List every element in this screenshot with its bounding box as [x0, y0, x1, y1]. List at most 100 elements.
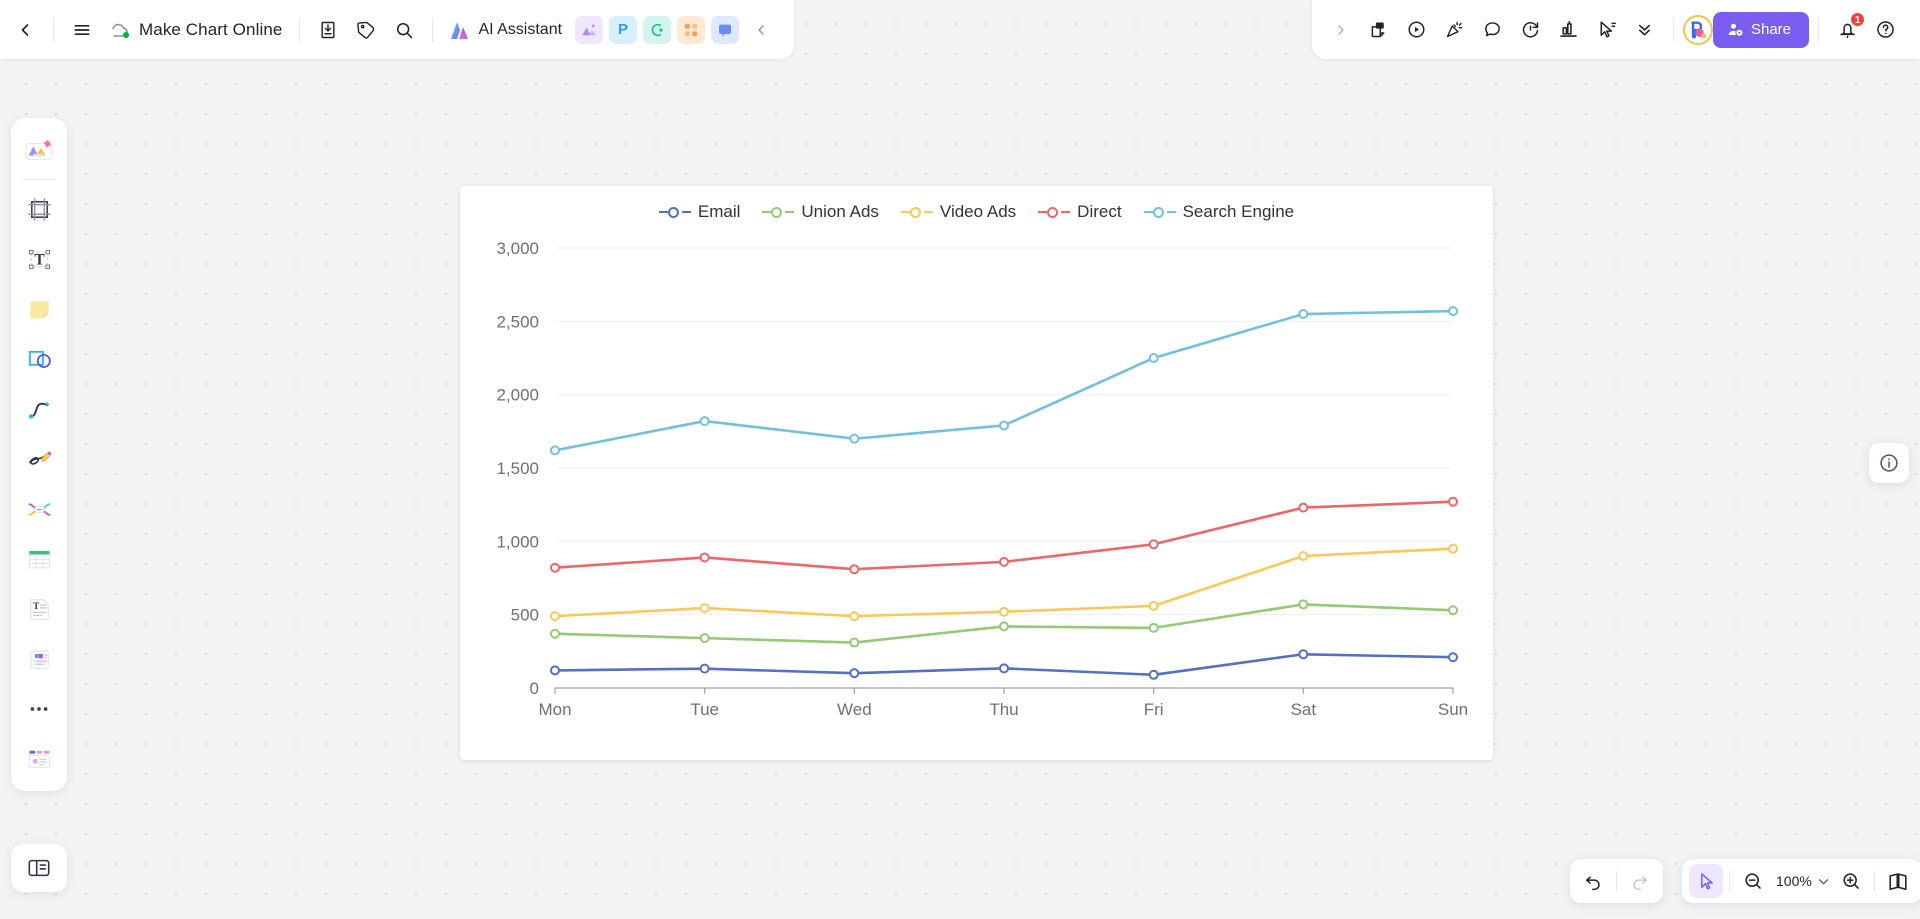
data-point-union-ads[interactable]: [1448, 605, 1458, 616]
data-point-union-ads[interactable]: [999, 621, 1009, 632]
data-point-search-engine[interactable]: [1448, 306, 1458, 317]
data-point-email[interactable]: [1298, 649, 1309, 660]
data-point-direct[interactable]: [699, 552, 710, 563]
data-point-direct[interactable]: [1148, 539, 1159, 550]
legend-item-email[interactable]: Email: [658, 202, 741, 222]
data-point-email[interactable]: [1448, 652, 1458, 663]
data-point-video-ads[interactable]: [849, 611, 860, 622]
download-button[interactable]: [309, 11, 347, 49]
sidebar-item-templates[interactable]: [17, 128, 61, 172]
sticky-note-tool-button[interactable]: [1360, 11, 1398, 49]
data-point-video-ads[interactable]: [1148, 600, 1159, 611]
zoom-level-value[interactable]: 100%: [1770, 873, 1814, 889]
notifications-button[interactable]: 1: [1828, 11, 1866, 49]
chevron-down-icon: [1819, 878, 1829, 884]
x-axis-tick-label: Mon: [538, 700, 571, 719]
tag-button[interactable]: [347, 11, 385, 49]
data-point-union-ads[interactable]: [699, 633, 710, 644]
celebrate-button[interactable]: [1436, 11, 1474, 49]
data-point-video-ads[interactable]: [1448, 543, 1458, 554]
sidebar-item-text-doc[interactable]: T: [17, 587, 61, 631]
sidebar-item-frame[interactable]: [17, 187, 61, 231]
presentation-icon[interactable]: P: [609, 15, 638, 44]
data-point-video-ads[interactable]: [550, 611, 560, 622]
search-button[interactable]: [385, 11, 423, 49]
data-point-direct[interactable]: [550, 562, 560, 573]
minimap-button[interactable]: [1881, 864, 1915, 898]
comment-tool-button[interactable]: [1474, 11, 1512, 49]
undo-button[interactable]: [1576, 864, 1610, 898]
chart-button[interactable]: [1550, 11, 1588, 49]
data-point-direct[interactable]: [1448, 496, 1458, 507]
data-point-email[interactable]: [1148, 669, 1159, 680]
legend-label: Email: [697, 202, 741, 221]
ai-assistant-button[interactable]: AI Assistant: [442, 12, 572, 48]
zoom-out-button[interactable]: [1736, 864, 1770, 898]
legend-item-video-ads[interactable]: Video Ads: [900, 202, 1016, 222]
sidebar-item-ai-tools[interactable]: [17, 737, 61, 781]
data-point-union-ads[interactable]: [1298, 599, 1309, 610]
data-point-search-engine[interactable]: [849, 433, 860, 444]
share-button[interactable]: Share: [1712, 11, 1809, 48]
sidebar-item-text[interactable]: T: [17, 237, 61, 281]
data-point-video-ads[interactable]: [699, 603, 710, 614]
grid-layout-icon[interactable]: [677, 15, 706, 44]
comment-bubble-icon: [1485, 22, 1501, 37]
brand-logo-button[interactable]: [1682, 14, 1713, 45]
flow-chart-icon[interactable]: [643, 15, 672, 44]
zoom-in-button[interactable]: [1834, 864, 1868, 898]
more-options-button[interactable]: [1626, 11, 1664, 49]
sidebar-item-table[interactable]: [17, 537, 61, 581]
sidebar-item-shapes[interactable]: [17, 337, 61, 381]
divider: [299, 17, 301, 42]
expand-toolbar-button[interactable]: [1322, 11, 1360, 49]
document-title[interactable]: Make Chart Online: [131, 20, 290, 40]
connection-icon: [651, 23, 663, 36]
data-point-email[interactable]: [699, 663, 710, 674]
pages-panel-icon: [28, 859, 50, 877]
data-point-direct[interactable]: [1298, 502, 1309, 513]
data-point-search-engine[interactable]: [1298, 309, 1309, 319]
sidebar-item-more[interactable]: [17, 687, 61, 731]
comment-icon[interactable]: [711, 15, 740, 44]
legend-item-union-ads[interactable]: Union Ads: [762, 202, 879, 222]
help-button[interactable]: [1866, 11, 1904, 49]
data-point-direct[interactable]: [849, 564, 860, 575]
play-button[interactable]: [1398, 11, 1436, 49]
data-point-union-ads[interactable]: [550, 628, 560, 639]
legend-item-direct[interactable]: Direct: [1038, 202, 1122, 222]
menu-button[interactable]: [63, 11, 101, 49]
presentation-cursor-button[interactable]: [1588, 11, 1626, 49]
legend-marker-icon: [762, 205, 795, 219]
legend-item-search-engine[interactable]: Search Engine: [1143, 202, 1294, 222]
timer-button[interactable]: [1512, 11, 1550, 49]
back-button[interactable]: [6, 11, 44, 49]
zoom-dropdown-button[interactable]: [1814, 864, 1834, 898]
data-point-search-engine[interactable]: [1148, 353, 1159, 363]
sidebar-item-connector[interactable]: [17, 387, 61, 431]
info-button[interactable]: [1869, 443, 1909, 483]
sidebar-item-mind-map[interactable]: [17, 487, 61, 531]
data-point-email[interactable]: [999, 663, 1009, 674]
data-point-direct[interactable]: [999, 556, 1009, 567]
collapse-toolbar-button[interactable]: [742, 11, 780, 49]
select-tool-button[interactable]: [1689, 864, 1723, 898]
y-axis-tick-label: 1,500: [496, 459, 539, 478]
data-point-video-ads[interactable]: [999, 606, 1009, 617]
pages-panel-button[interactable]: [11, 844, 67, 892]
data-point-email[interactable]: [849, 668, 860, 679]
data-point-union-ads[interactable]: [849, 637, 860, 648]
image-icon[interactable]: [575, 15, 604, 44]
data-point-union-ads[interactable]: [1148, 622, 1159, 633]
data-point-search-engine[interactable]: [999, 420, 1009, 431]
comment-bubble-icon: [719, 24, 732, 37]
sidebar-item-pen[interactable]: [17, 437, 61, 481]
redo-button[interactable]: [1623, 864, 1657, 898]
data-point-search-engine[interactable]: [550, 445, 560, 456]
data-point-video-ads[interactable]: [1298, 551, 1309, 561]
data-point-email[interactable]: [550, 665, 560, 676]
sidebar-item-sticky-note[interactable]: [17, 287, 61, 331]
chart-card[interactable]: Email Union Ads Video Ads Direct Search Engi…: [460, 186, 1493, 760]
data-point-search-engine[interactable]: [699, 416, 710, 427]
sidebar-item-slides[interactable]: [17, 637, 61, 681]
